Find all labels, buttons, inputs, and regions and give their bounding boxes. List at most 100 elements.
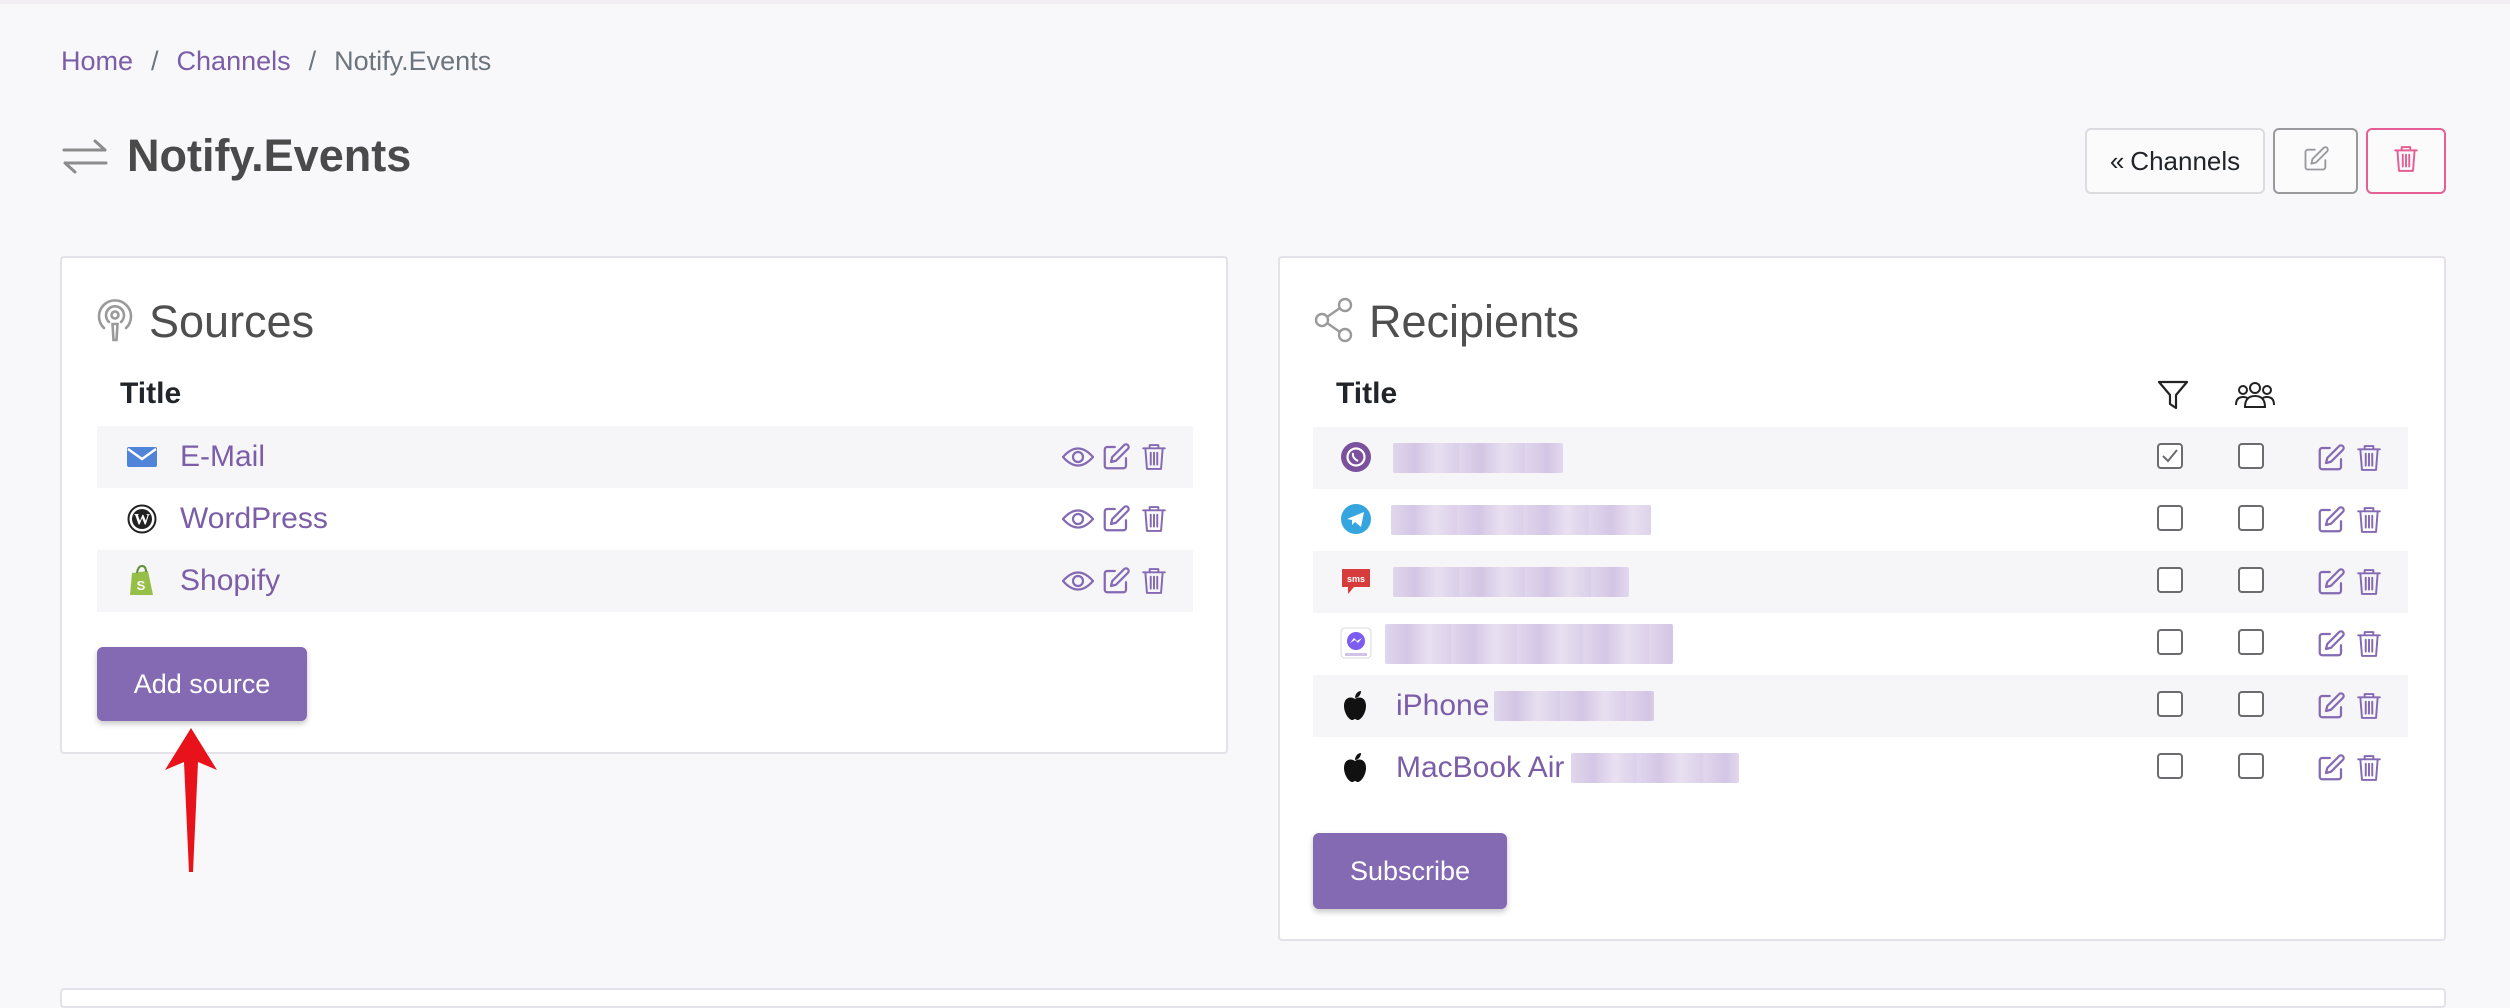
filter-checkbox[interactable] (2157, 443, 2183, 469)
recipient-name-redacted (1494, 691, 1654, 721)
trash-icon[interactable] (2352, 503, 2386, 537)
recipient-name-redacted (1391, 505, 1651, 535)
filter-checkbox[interactable] (2157, 505, 2183, 531)
source-row: W WordPress (97, 488, 1193, 550)
source-actions (1061, 440, 1171, 474)
breadcrumb-channels[interactable]: Channels (177, 44, 291, 78)
trash-icon[interactable] (1137, 502, 1171, 536)
trash-icon[interactable] (1137, 564, 1171, 598)
pencil-square-icon[interactable] (2314, 689, 2348, 723)
recipient-name[interactable]: iPhone (1396, 675, 1489, 737)
recipients-header: Recipients (1313, 294, 1579, 350)
breadcrumb-separator: / (308, 46, 317, 76)
source-name[interactable]: Shopify (180, 550, 280, 612)
share-icon (1313, 297, 1355, 348)
group-checkbox[interactable] (2238, 567, 2264, 593)
wordpress-icon: W (125, 502, 159, 536)
trash-icon (2393, 145, 2419, 178)
source-actions (1061, 564, 1171, 598)
viber-icon (1340, 441, 1374, 475)
sources-list: E-Mail W WordPress S Shopify (97, 426, 1193, 612)
pencil-square-icon[interactable] (1099, 564, 1133, 598)
filter-checkbox[interactable] (2157, 629, 2183, 655)
recipient-actions (2314, 751, 2386, 785)
pencil-square-icon[interactable] (2314, 627, 2348, 661)
recipient-row (1313, 489, 2408, 551)
trash-icon[interactable] (2352, 751, 2386, 785)
pencil-square-icon[interactable] (2314, 751, 2348, 785)
page-title: Notify.Events (127, 130, 412, 181)
source-name[interactable]: WordPress (180, 488, 328, 550)
apple-icon (1340, 751, 1374, 785)
group-checkbox[interactable] (2238, 629, 2264, 655)
filter-checkbox[interactable] (2157, 567, 2183, 593)
breadcrumb: Home / Channels / Notify.Events (61, 44, 491, 78)
pencil-square-icon[interactable] (1099, 440, 1133, 474)
eye-icon[interactable] (1061, 502, 1095, 536)
group-checkbox[interactable] (2238, 753, 2264, 779)
recipient-row (1313, 613, 2408, 675)
delete-channel-button[interactable] (2366, 128, 2446, 194)
recipient-row: MacBook Air (1313, 737, 2408, 799)
group-checkbox[interactable] (2238, 443, 2264, 469)
page-header: Notify.Events (61, 128, 411, 184)
recipients-column-title: Title (1336, 377, 1398, 410)
svg-text:sms: sms (1347, 574, 1365, 584)
channels-back-button[interactable]: « Channels (2085, 128, 2265, 194)
recipient-actions (2314, 689, 2386, 723)
recipient-row: iPhone (1313, 675, 2408, 737)
recipient-actions (2314, 627, 2386, 661)
messenger-icon (1340, 627, 1374, 661)
pencil-square-icon[interactable] (1099, 502, 1133, 536)
annotation-arrow (164, 728, 218, 877)
breadcrumb-current: Notify.Events (334, 46, 492, 76)
edit-channel-button[interactable] (2273, 128, 2358, 194)
arrows-exchange-icon (61, 138, 109, 174)
recipient-name[interactable]: MacBook Air (1396, 737, 1564, 799)
telegram-icon (1340, 503, 1374, 537)
recipient-name-redacted (1571, 753, 1739, 783)
breadcrumb-home[interactable]: Home (61, 44, 133, 78)
sources-column-title: Title (120, 377, 182, 410)
filter-checkbox[interactable] (2157, 691, 2183, 717)
shopify-icon: S (125, 564, 159, 598)
group-checkbox[interactable] (2238, 691, 2264, 717)
recipients-card: Recipients Title sms iPhone MacBook Air … (1278, 256, 2446, 941)
recipient-actions (2314, 565, 2386, 599)
pencil-square-icon[interactable] (2314, 441, 2348, 475)
group-checkbox[interactable] (2238, 505, 2264, 531)
apple-icon (1340, 689, 1374, 723)
filter-checkbox[interactable] (2157, 753, 2183, 779)
recipients-list: sms iPhone MacBook Air (1313, 427, 2408, 799)
source-row: E-Mail (97, 426, 1193, 488)
users-icon (2235, 379, 2275, 416)
eye-icon[interactable] (1061, 564, 1095, 598)
svg-text:S: S (137, 578, 146, 593)
trash-icon[interactable] (2352, 441, 2386, 475)
top-strip (0, 0, 2510, 4)
sources-card: Sources Title E-Mail W WordPress S Shopi… (60, 256, 1228, 754)
trash-icon[interactable] (2352, 689, 2386, 723)
pencil-square-icon[interactable] (2314, 565, 2348, 599)
source-row: S Shopify (97, 550, 1193, 612)
recipient-actions (2314, 503, 2386, 537)
trash-icon[interactable] (2352, 627, 2386, 661)
subscribe-button[interactable]: Subscribe (1313, 833, 1507, 909)
sms-icon: sms (1340, 565, 1374, 599)
recipient-name-redacted (1393, 567, 1629, 597)
trash-icon[interactable] (1137, 440, 1171, 474)
pencil-square-icon (2302, 145, 2330, 178)
recipient-row (1313, 427, 2408, 489)
recipient-actions (2314, 441, 2386, 475)
eye-icon[interactable] (1061, 440, 1095, 474)
pencil-square-icon[interactable] (2314, 503, 2348, 537)
source-name[interactable]: E-Mail (180, 426, 265, 488)
next-card-edge (60, 988, 2446, 1008)
podcast-icon (95, 297, 135, 348)
sources-header: Sources (95, 294, 314, 350)
source-actions (1061, 502, 1171, 536)
channels-back-label: Channels (2130, 145, 2241, 176)
trash-icon[interactable] (2352, 565, 2386, 599)
recipients-title: Recipients (1369, 296, 1580, 347)
add-source-button[interactable]: Add source (97, 647, 307, 721)
